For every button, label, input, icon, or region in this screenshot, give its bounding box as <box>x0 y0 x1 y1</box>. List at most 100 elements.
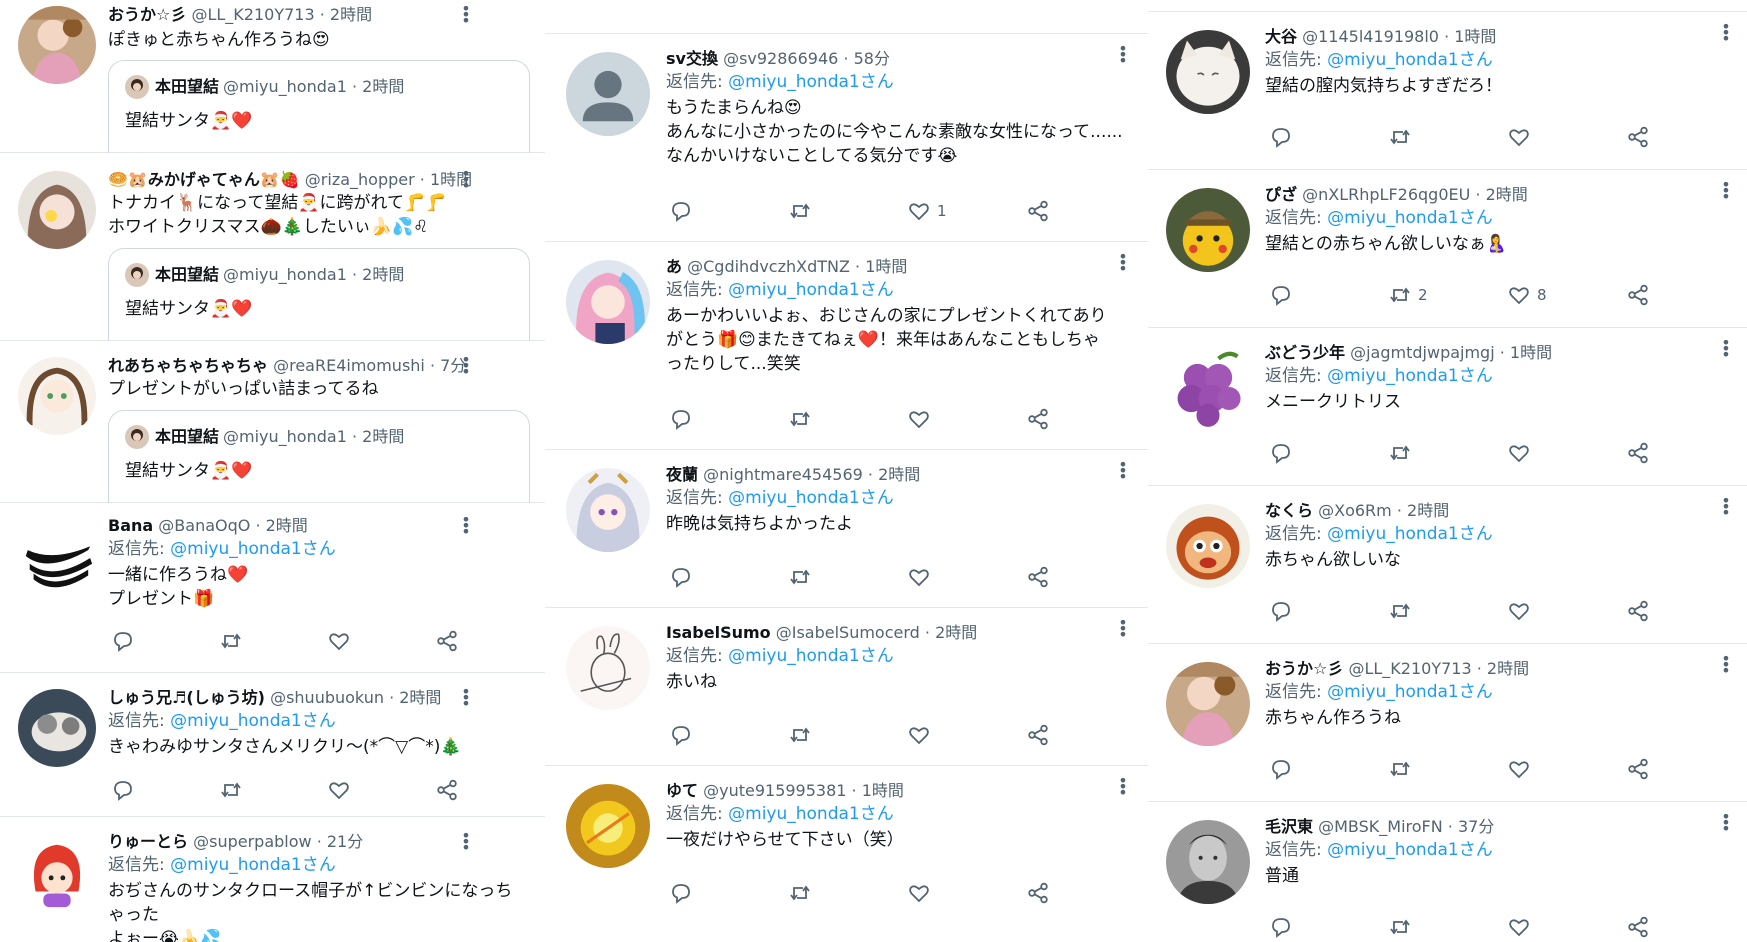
display-name[interactable]: 🥯🐹みかげゃてゃん🐹🍓 <box>108 170 300 189</box>
more-icon[interactable]: • • • <box>1719 809 1733 837</box>
avatar[interactable] <box>1166 346 1250 430</box>
share-button[interactable] <box>1626 282 1650 308</box>
timestamp[interactable]: 37分 <box>1458 817 1494 836</box>
share-button[interactable] <box>1626 598 1650 624</box>
reply-button[interactable] <box>669 564 693 590</box>
tweet[interactable]: おうか☆彡 @LL_K210Y713 · 2時間 ぽきゅと赤ちゃん作ろうね😍 •… <box>0 0 545 153</box>
retweet-button[interactable] <box>1388 598 1412 624</box>
retweet-button[interactable] <box>788 722 812 748</box>
retweet-button[interactable] <box>1388 914 1412 940</box>
display-name[interactable]: おうか☆彡 <box>108 5 186 24</box>
display-name[interactable]: 夜蘭 <box>666 465 698 484</box>
share-button[interactable] <box>1626 756 1650 782</box>
tweet[interactable]: ゆて @yute915995381 · 1時間 返信先: @miyu_honda… <box>545 766 1148 942</box>
like-button[interactable] <box>1507 124 1531 150</box>
share-button[interactable] <box>435 777 459 803</box>
tweet[interactable]: Bana @BanaOqO · 2時間 返信先: @miyu_honda1さん … <box>0 503 545 673</box>
tweet[interactable]: 夜蘭 @nightmare454569 · 2時間 返信先: @miyu_hon… <box>545 450 1148 608</box>
display-name[interactable]: しゅう兄♬(しゅう坊) <box>108 688 265 707</box>
avatar[interactable] <box>566 784 650 868</box>
avatar[interactable] <box>566 626 650 710</box>
timestamp[interactable]: 1時間 <box>1454 27 1496 46</box>
tweet[interactable]: なくら @Xo6Rm · 2時間 返信先: @miyu_honda1さん 赤ちゃ… <box>1148 486 1747 644</box>
more-icon[interactable]: • • • <box>459 828 473 856</box>
more-icon[interactable]: • • • <box>1116 249 1130 277</box>
timestamp[interactable]: 21分 <box>327 832 363 851</box>
reply-to-link[interactable]: @miyu_honda1さん <box>728 646 894 666</box>
retweet-button[interactable] <box>219 777 243 803</box>
tweet[interactable]: 🥯🐹みかげゃてゃん🐹🍓 @riza_hopper · 1時間 トナカイ🦌になって… <box>0 153 545 341</box>
timestamp[interactable]: 58分 <box>854 49 890 68</box>
like-button[interactable]: 8 <box>1507 282 1547 308</box>
timestamp[interactable]: 2時間 <box>330 5 372 24</box>
like-button[interactable]: 1 <box>907 198 947 224</box>
display-name[interactable]: Bana <box>108 516 153 535</box>
like-button[interactable] <box>907 406 931 432</box>
handle[interactable]: @nXLRhpLF26qg0EU <box>1302 185 1470 204</box>
handle[interactable]: @IsabelSumocerd <box>776 623 920 642</box>
share-button[interactable] <box>435 628 459 654</box>
reply-button[interactable] <box>1269 440 1293 466</box>
timestamp[interactable]: 2時間 <box>1407 501 1449 520</box>
timestamp[interactable]: 2時間 <box>1486 185 1528 204</box>
share-button[interactable] <box>1026 722 1050 748</box>
reply-to-link[interactable]: @miyu_honda1さん <box>170 711 336 731</box>
reply-button[interactable] <box>1269 756 1293 782</box>
like-button[interactable] <box>1507 914 1531 940</box>
timestamp[interactable]: 1時間 <box>862 781 904 800</box>
retweet-button[interactable] <box>788 880 812 906</box>
reply-button[interactable] <box>669 880 693 906</box>
reply-to-link[interactable]: @miyu_honda1さん <box>728 72 894 92</box>
timestamp[interactable]: 2時間 <box>266 516 308 535</box>
more-icon[interactable]: • • • <box>459 684 473 712</box>
handle[interactable]: @jagmtdjwpajmgj <box>1350 343 1495 362</box>
reply-to-link[interactable]: @miyu_honda1さん <box>728 488 894 508</box>
handle[interactable]: @nightmare454569 <box>703 465 863 484</box>
display-name[interactable]: 毛沢東 <box>1265 817 1313 836</box>
handle[interactable]: @CgdihdvczhXdTNZ <box>687 257 850 276</box>
reply-button[interactable] <box>111 628 135 654</box>
reply-button[interactable] <box>111 777 135 803</box>
reply-to-link[interactable]: @miyu_honda1さん <box>1327 682 1493 702</box>
reply-to-link[interactable]: @miyu_honda1さん <box>1327 524 1493 544</box>
tweet[interactable]: 大谷 @1145l419198l0 · 1時間 返信先: @miyu_honda… <box>1148 12 1747 170</box>
display-name[interactable]: 大谷 <box>1265 27 1297 46</box>
reply-button[interactable] <box>669 406 693 432</box>
display-name[interactable]: あ <box>666 257 682 276</box>
more-icon[interactable]: • • • <box>1719 651 1733 679</box>
avatar[interactable] <box>18 517 96 595</box>
handle[interactable]: @sv92866946 <box>723 49 838 68</box>
like-button[interactable] <box>1507 756 1531 782</box>
tweet[interactable]: ぶどう少年 @jagmtdjwpajmgj · 1時間 返信先: @miyu_h… <box>1148 328 1747 486</box>
handle[interactable]: @1145l419198l0 <box>1302 27 1439 46</box>
avatar[interactable] <box>566 468 650 552</box>
reply-to-link[interactable]: @miyu_honda1さん <box>1327 50 1493 70</box>
reply-to-link[interactable]: @miyu_honda1さん <box>728 280 894 300</box>
like-button[interactable] <box>1507 598 1531 624</box>
more-icon[interactable]: • • • <box>1719 493 1733 521</box>
reply-button[interactable] <box>1269 914 1293 940</box>
like-button[interactable] <box>907 880 931 906</box>
share-button[interactable] <box>1026 564 1050 590</box>
reply-button[interactable] <box>1269 282 1293 308</box>
share-button[interactable] <box>1626 914 1650 940</box>
reply-to-link[interactable]: @miyu_honda1さん <box>170 539 336 559</box>
reply-to-link[interactable]: @miyu_honda1さん <box>1327 208 1493 228</box>
share-button[interactable] <box>1026 880 1050 906</box>
more-icon[interactable]: • • • <box>459 166 473 194</box>
reply-to-link[interactable]: @miyu_honda1さん <box>728 804 894 824</box>
reply-button[interactable] <box>1269 124 1293 150</box>
avatar[interactable] <box>1166 188 1250 272</box>
handle[interactable]: @LL_K210Y713 <box>191 5 314 24</box>
reply-to-link[interactable]: @miyu_honda1さん <box>170 855 336 875</box>
share-button[interactable] <box>1626 124 1650 150</box>
more-icon[interactable]: • • • <box>1116 457 1130 485</box>
display-name[interactable]: れあちゃちゃちゃちゃ <box>108 356 268 375</box>
display-name[interactable]: りゅーとら <box>108 832 188 851</box>
tweet[interactable]: IsabelSumo @IsabelSumocerd · 2時間 返信先: @m… <box>545 608 1148 766</box>
retweet-button[interactable] <box>1388 124 1412 150</box>
quoted-tweet[interactable]: 本田望結 @miyu_honda1 · 2時間 望結サンタ🎅❤️ <box>108 410 530 503</box>
avatar[interactable] <box>566 260 650 344</box>
handle[interactable]: @LL_K210Y713 <box>1348 659 1471 678</box>
quoted-tweet[interactable]: 本田望結 @miyu_honda1 · 2時間 望結サンタ🎅❤️ <box>108 248 530 341</box>
